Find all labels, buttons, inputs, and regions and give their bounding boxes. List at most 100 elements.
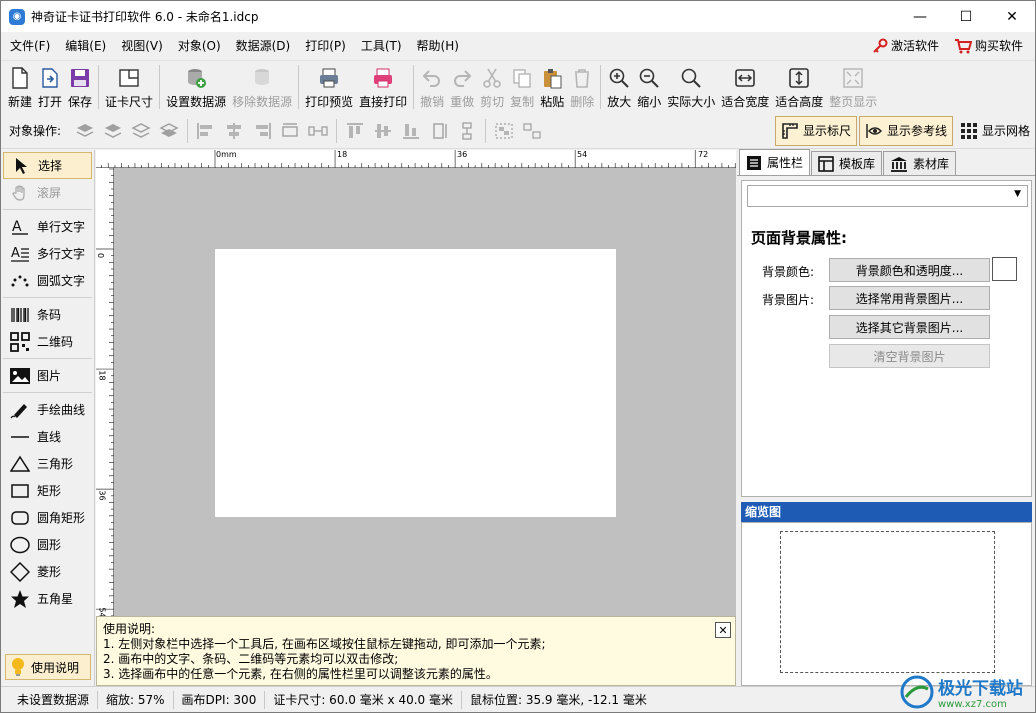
menu-view[interactable]: 视图(V) [115,32,169,60]
distribute-vertical-icon[interactable] [456,120,478,142]
distribute-horizontal-icon[interactable] [307,120,329,142]
bg-color-swatch[interactable] [992,257,1017,281]
menu-help[interactable]: 帮助(H) [411,32,465,60]
show-grid-toggle[interactable]: 显示网格 [955,116,1035,146]
other-bg-image-button[interactable]: 选择其它背景图片... [829,315,990,339]
menu-edit[interactable]: 编辑(E) [59,32,112,60]
bg-color-button[interactable]: 背景颜色和透明度... [829,258,990,282]
align-right-icon[interactable] [251,120,273,142]
common-bg-image-button[interactable]: 选择常用背景图片... [829,286,990,310]
print-preview-button[interactable]: 打印预览 [302,61,356,113]
bank-icon [891,156,908,172]
show-guides-toggle[interactable]: 显示参考线 [858,115,953,146]
tool-diamond[interactable]: 菱形 [3,558,92,585]
align-bottom-icon[interactable] [400,120,422,142]
send-to-back-icon[interactable] [158,120,180,142]
tool-rectangle[interactable]: 矩形 [3,477,92,504]
show-ruler-toggle[interactable]: 显示标尺 [774,115,857,146]
align-middle-icon[interactable] [372,120,394,142]
tool-multi-line-text[interactable]: A 多行文字 [3,240,92,267]
actual-size-button[interactable]: 实际大小 [664,61,718,113]
set-datasource-button[interactable]: 设置数据源 [163,61,229,113]
save-label: 保存 [68,95,93,109]
close-button[interactable]: ✕ [989,1,1035,32]
rectangle-icon [11,483,29,498]
activate-software-link[interactable]: 激活软件 [866,32,945,60]
cart-icon [954,39,972,54]
actual-size-label: 实际大小 [667,95,716,109]
tool-line[interactable]: 直线 [3,423,92,450]
align-top-icon[interactable] [344,120,366,142]
card-page[interactable] [215,249,616,517]
print-preview-icon [320,68,339,88]
tab-properties[interactable]: 属性栏 [739,149,811,175]
tips-close-button[interactable]: ✕ [715,622,731,638]
minimize-button[interactable]: — [897,1,943,32]
ungroup-icon[interactable] [521,120,543,142]
send-backward-icon[interactable] [130,120,152,142]
same-height-icon[interactable] [428,120,450,142]
copy-button[interactable]: 复制 [507,61,537,113]
menu-object[interactable]: 对象(O) [172,32,227,60]
usage-help-button[interactable]: 使用说明 [5,654,91,680]
same-width-icon[interactable] [279,120,301,142]
menu-tools[interactable]: 工具(T) [355,32,408,60]
tool-barcode[interactable]: 条码 [3,301,92,328]
open-button[interactable]: 打开 [35,61,65,113]
tool-single-line-text[interactable]: A 单行文字 [3,213,92,240]
tool-rounded-rectangle[interactable]: 圆角矩形 [3,504,92,531]
group-icon[interactable] [493,120,515,142]
bring-to-front-icon[interactable] [74,120,96,142]
clear-bg-image-button[interactable]: 清空背景图片 [829,344,990,368]
tool-image[interactable]: 图片 [3,362,92,389]
maximize-button[interactable]: ☐ [943,1,989,32]
remove-datasource-button[interactable]: 移除数据源 [229,61,295,113]
menu-datasource[interactable]: 数据源(D) [230,32,297,60]
card-size-button[interactable]: 证卡尺寸 [102,61,156,113]
menu-print[interactable]: 打印(P) [299,32,352,60]
tab-templates[interactable]: 模板库 [811,151,883,175]
tool-qrcode[interactable]: 二维码 [3,328,92,355]
design-canvas[interactable] [114,168,736,616]
tool-pan[interactable]: 滚屏 [3,179,92,206]
tool-star[interactable]: 五角星 [3,585,92,612]
tool-line-label: 直线 [37,430,62,444]
object-selector-dropdown[interactable]: ▼ [747,185,1028,207]
hand-icon [12,184,25,201]
delete-button[interactable]: 删除 [567,61,597,113]
tool-select[interactable]: 选择 [3,152,92,179]
tab-materials[interactable]: 素材库 [883,151,957,175]
align-center-icon[interactable] [223,120,245,142]
lightbulb-icon [12,658,24,676]
redo-button[interactable]: 重做 [447,61,477,113]
undo-button[interactable]: 撤销 [417,61,447,113]
tool-freehand[interactable]: 手绘曲线 [3,396,92,423]
direct-print-button[interactable]: 直接打印 [356,61,410,113]
tool-triangle[interactable]: 三角形 [3,450,92,477]
fit-height-button[interactable]: 适合高度 [772,61,826,113]
undo-icon [422,70,441,87]
zoom-in-button[interactable]: 放大 [604,61,634,113]
pen-icon [10,403,27,418]
object-operations-bar: 对象操作: 显示标尺 显示参考线 显示网格 [1,113,1035,149]
usage-help-label: 使用说明 [31,660,80,675]
align-left-icon[interactable] [195,120,217,142]
undo-label: 撤销 [420,95,445,109]
tool-arc-text[interactable]: 圆弧文字 [3,267,92,294]
new-label: 新建 [8,95,33,109]
copy-label: 复制 [510,95,535,109]
full-page-button[interactable]: 整页显示 [826,61,880,113]
buy-software-link[interactable]: 购买软件 [948,32,1029,60]
new-button[interactable]: 新建 [5,61,35,113]
objbar-separator [336,118,338,143]
zoom-out-button[interactable]: 缩小 [634,61,664,113]
tool-circle[interactable]: 圆形 [3,531,92,558]
fit-width-button[interactable]: 适合宽度 [718,61,772,113]
menu-file[interactable]: 文件(F) [4,32,56,60]
bring-forward-icon[interactable] [102,120,124,142]
key-icon [873,38,888,53]
cut-button[interactable]: 剪切 [477,61,507,113]
show-grid-label: 显示网格 [981,124,1030,138]
save-button[interactable]: 保存 [65,61,95,113]
paste-button[interactable]: 粘贴 [537,61,567,113]
